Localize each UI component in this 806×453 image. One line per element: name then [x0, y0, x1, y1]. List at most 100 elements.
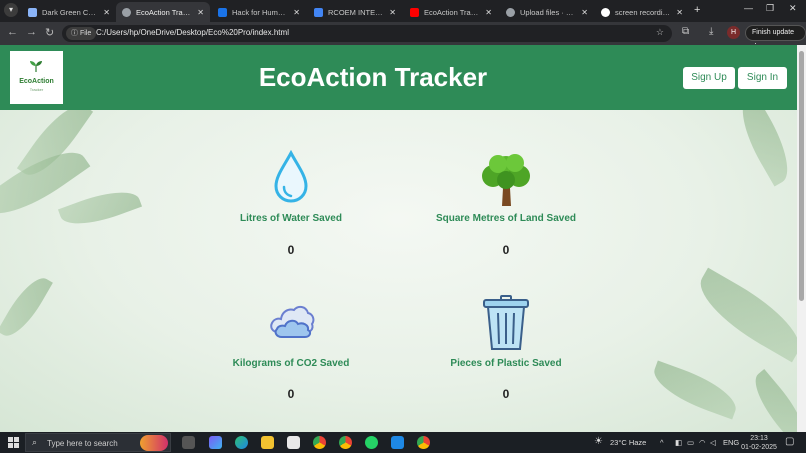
new-tab-icon[interactable]: + [694, 4, 700, 16]
url-text[interactable]: C:/Users/hp/OneDrive/Desktop/Eco%20Pro/i… [96, 28, 289, 37]
stat-label: Litres of Water Saved [240, 213, 342, 224]
volume-icon[interactable]: ◁ [710, 438, 716, 447]
leaf-decoration [744, 369, 797, 432]
tab-label: Dark Green Color Pa [42, 7, 99, 17]
extensions-icon[interactable]: ⧉ [682, 26, 689, 37]
sign-up-button[interactable]: Sign Up [683, 67, 735, 89]
tab-favicon [28, 7, 37, 17]
tab-close-icon[interactable]: ✕ [293, 8, 300, 17]
address-bar[interactable]: ⓘ File C:/Users/hp/OneDrive/Desktop/Eco%… [62, 25, 672, 42]
tab-close-icon[interactable]: ✕ [581, 8, 588, 17]
leaf-decoration [647, 360, 743, 420]
tab-search-icon[interactable]: ▾ [4, 3, 18, 17]
windows-start-icon[interactable] [8, 437, 19, 448]
finish-update-label: Finish update [752, 29, 795, 36]
tab-favicon [601, 7, 610, 17]
tab-label: RCOEM INTERNET P [328, 7, 384, 17]
copilot-icon[interactable] [209, 436, 222, 449]
tab-label: EcoAction Tracker [136, 7, 193, 17]
search-highlight-icon [140, 435, 168, 451]
windows-taskbar: ⌕ Type here to search ☀ 23°C Haze ^ ◧ ▭ … [0, 432, 806, 453]
tab-close-icon[interactable]: ✕ [389, 8, 396, 17]
tab-label: Upload files · Himan [520, 7, 576, 17]
tab-favicon [314, 7, 323, 17]
sign-in-button[interactable]: Sign In [738, 67, 787, 89]
browser-tab[interactable]: EcoAction Tracker - ✕ [404, 2, 498, 22]
page-scrollbar[interactable] [797, 45, 806, 432]
cloud-icon [270, 305, 315, 338]
restore-icon[interactable]: ❐ [766, 3, 774, 14]
search-icon: ⌕ [32, 437, 38, 447]
reload-icon[interactable]: ↻ [45, 26, 54, 39]
close-window-icon[interactable]: ✕ [789, 3, 797, 14]
trash-bin-icon [483, 295, 529, 350]
search-placeholder: Type here to search [47, 439, 118, 448]
chrome-icon[interactable] [313, 436, 326, 449]
tray-app-icon[interactable]: ◧ [675, 438, 682, 447]
file-scheme-label: File [79, 30, 92, 37]
weather-icon[interactable]: ☀ [594, 436, 603, 447]
browser-tab[interactable]: screen recording sh ✕ [595, 2, 689, 22]
stat-label: Kilograms of CO2 Saved [232, 358, 350, 369]
tab-close-icon[interactable]: ✕ [676, 8, 683, 17]
file-explorer-icon[interactable] [261, 436, 274, 449]
taskbar-clock[interactable]: 23:13 01-02-2025 [741, 434, 777, 452]
battery-icon[interactable]: ▭ [687, 438, 694, 447]
tab-favicon [506, 7, 515, 17]
clock-time: 23:13 [750, 435, 768, 442]
browser-tab[interactable]: RCOEM INTERNET P ✕ [308, 2, 402, 22]
tab-close-icon[interactable]: ✕ [103, 8, 110, 17]
tray-overflow-icon[interactable]: ^ [660, 438, 664, 447]
stat-value: 0 [502, 243, 510, 257]
tab-favicon [410, 7, 419, 17]
back-icon[interactable]: ← [7, 26, 18, 38]
browser-tab[interactable]: Hack for Humanity | ✕ [212, 2, 306, 22]
tab-favicon [122, 7, 131, 17]
stat-label: Pieces of Plastic Saved [450, 358, 562, 369]
tab-label: Hack for Humanity | [232, 7, 288, 17]
stat-value: 0 [502, 387, 510, 401]
whatsapp-icon[interactable] [365, 436, 378, 449]
page-title: EcoAction Tracker [258, 62, 488, 92]
bookmark-star-icon[interactable]: ☆ [656, 27, 664, 38]
tab-label: EcoAction Tracker - [424, 7, 480, 17]
store-icon[interactable] [287, 436, 300, 449]
page-viewport: EcoAction Tracker EcoAction Tracker Sign… [0, 45, 797, 432]
edge-icon[interactable] [235, 436, 248, 449]
browser-tab[interactable]: Upload files · Himan ✕ [500, 2, 594, 22]
tab-close-icon[interactable]: ✕ [485, 8, 492, 17]
browser-toolbar: ← → ↻ ⓘ File C:/Users/hp/OneDrive/Deskto… [0, 22, 806, 45]
leaf-decoration [57, 182, 143, 234]
leaf-decoration [0, 270, 53, 344]
vscode-icon[interactable] [391, 436, 404, 449]
forward-icon[interactable]: → [26, 26, 37, 38]
stat-value: 0 [287, 387, 295, 401]
minimize-icon[interactable]: — [744, 3, 753, 13]
browser-tab-active[interactable]: EcoAction Tracker ✕ [116, 2, 210, 22]
wifi-icon[interactable]: ◠ [699, 438, 706, 447]
taskbar-search-box[interactable]: ⌕ Type here to search [25, 433, 171, 452]
browser-tab[interactable]: Dark Green Color Pa ✕ [22, 2, 116, 22]
tab-close-icon[interactable]: ✕ [197, 8, 204, 17]
tab-favicon [218, 7, 227, 17]
stat-value: 0 [287, 243, 295, 257]
clock-date: 01-02-2025 [741, 444, 777, 451]
chrome-window-icon[interactable] [417, 436, 430, 449]
stat-label: Square Metres of Land Saved [435, 213, 577, 224]
file-scheme-chip[interactable]: ⓘ File [66, 27, 97, 40]
site-header: EcoAction Tracker EcoAction Tracker Sign… [0, 45, 797, 110]
task-view-icon[interactable] [182, 436, 195, 449]
notification-icon[interactable]: ▢ [785, 436, 794, 447]
language-indicator[interactable]: ENG [723, 438, 739, 447]
finish-update-button[interactable]: Finish update ⋮ [745, 25, 806, 50]
chrome-profile-icon[interactable] [339, 436, 352, 449]
profile-avatar[interactable]: H [727, 26, 740, 39]
browser-tab-strip: ▾ Dark Green Color Pa ✕ EcoAction Tracke… [0, 0, 806, 22]
download-icon[interactable]: ⤓ [709, 26, 713, 37]
leaf-decoration [688, 267, 797, 363]
scrollbar-thumb[interactable] [799, 51, 804, 301]
water-drop-icon [274, 150, 308, 203]
weather-text[interactable]: 23°C Haze [610, 438, 646, 447]
tree-icon [482, 154, 530, 206]
tab-label: screen recording sh [615, 7, 671, 17]
